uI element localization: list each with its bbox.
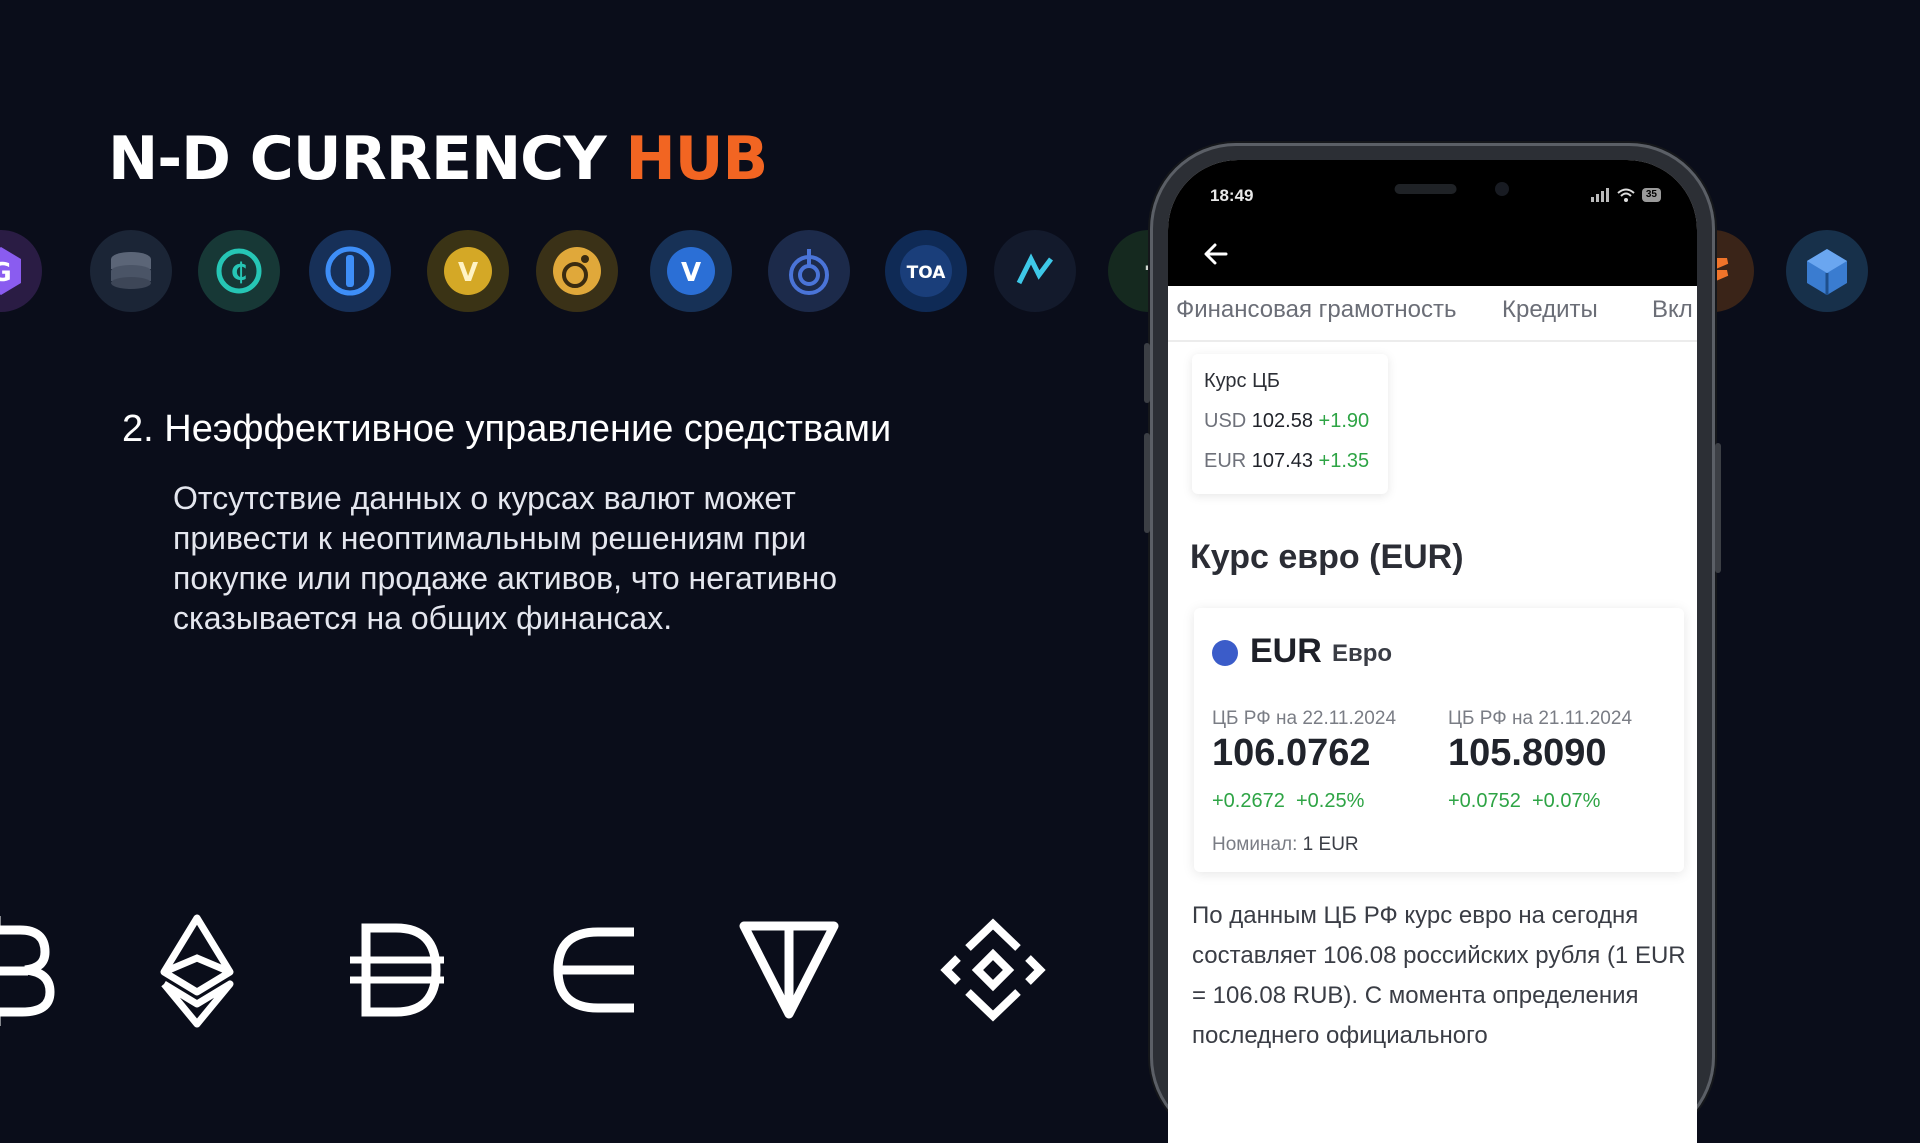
svg-text:TOA: TOA <box>907 263 947 283</box>
section-heading: 2. Неэффективное управление средствами <box>122 408 892 450</box>
currency-name: Евро <box>1332 640 1393 667</box>
tab-deposits[interactable]: Вкл <box>1652 296 1693 324</box>
tab-financial-literacy[interactable]: Финансовая грамотность <box>1176 296 1456 324</box>
cb-rate-card[interactable]: Курс ЦБ USD 102.58 +1.90 EUR 107.43 +1.3… <box>1192 354 1388 494</box>
n7-coin-icon <box>994 230 1076 312</box>
tab-credits[interactable]: Кредиты <box>1502 296 1598 324</box>
signal-icon <box>1590 188 1609 202</box>
volume-button <box>1144 433 1150 533</box>
cube-coin-icon <box>1786 230 1868 312</box>
rate-value: 106.0762 <box>1212 732 1371 774</box>
volume-button <box>1144 343 1150 403</box>
eur-rate-row: EUR 107.43 +1.35 <box>1204 450 1369 473</box>
rate-value: 107.43 <box>1251 450 1313 472</box>
rate-change: +0.2672 +0.25% <box>1212 790 1364 813</box>
rate-change-pct: +0.07% <box>1531 790 1601 812</box>
svg-text:V: V <box>458 258 478 288</box>
gravity-coin-icon: G <box>0 230 42 312</box>
nominal-value: 1 EUR <box>1302 834 1359 855</box>
vibe-coin-icon: V <box>427 230 509 312</box>
euro-rate-heading: Курс евро (EUR) <box>1190 538 1464 576</box>
rate-change-abs: +0.2672 <box>1212 790 1285 812</box>
snail-coin-icon <box>536 230 618 312</box>
svg-text:V: V <box>681 258 701 288</box>
dai-icon <box>340 910 450 1030</box>
rate-change: +1.90 <box>1318 410 1370 432</box>
currency-code: EUR <box>1250 632 1322 670</box>
bnb-icon <box>938 910 1048 1030</box>
eur-rate-card: EUR Евро ЦБ РФ на 22.11.2024 106.0762 +0… <box>1194 608 1684 872</box>
nominal: Номинал: 1 EUR <box>1212 834 1359 856</box>
back-arrow-icon[interactable] <box>1202 240 1230 268</box>
bitcoin-icon <box>0 910 60 1030</box>
rate-change: +0.0752 +0.07% <box>1448 790 1600 813</box>
speaker-grille <box>1394 184 1457 194</box>
phone-screen: 18:49 35 Финансовая грамотность Кредиты … <box>1168 160 1697 1143</box>
toa-coin-icon: TOA <box>885 230 967 312</box>
database-coin-icon <box>90 230 172 312</box>
ethereum-icon <box>142 910 252 1030</box>
status-time: 18:49 <box>1210 186 1254 205</box>
rate-change-pct: +0.25% <box>1295 790 1365 812</box>
slide-title: N-D CURRENCY HUB <box>108 124 769 194</box>
svg-text:₵: ₵ <box>231 258 248 286</box>
section-paragraph: Отсутствие данных о курсах валют может п… <box>173 480 838 636</box>
category-tabs: Финансовая грамотность Кредиты Вкл <box>1168 286 1697 342</box>
iexec-coin-icon <box>309 230 391 312</box>
article-text: По данным ЦБ РФ курс евро на сегодня сос… <box>1192 902 1686 1049</box>
rate-date-label: ЦБ РФ на 21.11.2024 <box>1448 708 1633 729</box>
phone-mockup: 18:49 35 Финансовая грамотность Кредиты … <box>1144 143 1721 1143</box>
usd-rate-row: USD 102.58 +1.90 <box>1204 410 1369 433</box>
eu-flag-icon <box>1212 640 1238 666</box>
battery-icon: 35 <box>1641 188 1661 202</box>
camera-icon <box>1494 182 1509 196</box>
rate-date-label: ЦБ РФ на 22.11.2024 <box>1212 708 1397 729</box>
target-coin-icon <box>768 230 850 312</box>
title-main: N-D CURRENCY <box>108 124 626 194</box>
rate-code: USD <box>1204 410 1247 432</box>
title-accent: HUB <box>625 124 769 194</box>
rate-value: 105.8090 <box>1448 732 1607 774</box>
crypto-icon-row <box>0 910 1100 1030</box>
rate-change: +1.35 <box>1318 450 1370 472</box>
vchain-coin-icon: V <box>650 230 732 312</box>
power-button <box>1715 443 1721 573</box>
svg-text:G: G <box>0 258 12 288</box>
app-header: 18:49 35 <box>1168 160 1697 286</box>
rate-value: 102.58 <box>1251 410 1313 432</box>
element-icon <box>540 910 650 1030</box>
rate-code: EUR <box>1204 450 1247 472</box>
wifi-icon <box>1617 188 1635 202</box>
ton-icon <box>734 910 844 1030</box>
status-icons: 35 <box>1590 188 1661 202</box>
ccash-coin-icon: ₵ <box>198 230 280 312</box>
nominal-label: Номинал: <box>1212 834 1298 855</box>
rate-card-title: Курс ЦБ <box>1204 370 1281 392</box>
phone-notch <box>1292 160 1573 212</box>
rate-change-abs: +0.0752 <box>1448 790 1521 812</box>
